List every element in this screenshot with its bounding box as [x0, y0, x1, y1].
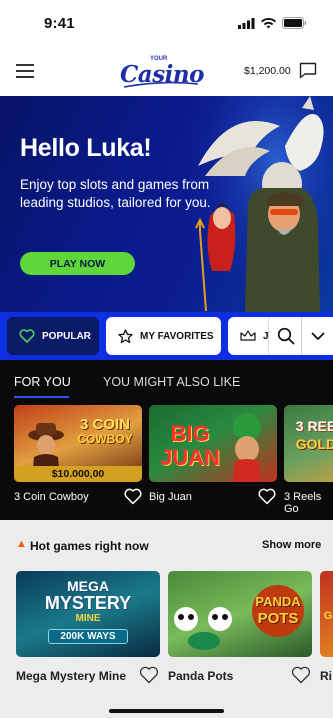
star-icon — [118, 328, 133, 343]
tab-for-you[interactable]: FOR YOU — [14, 375, 71, 389]
card-art-title: 3 COIN — [79, 416, 130, 433]
logo-swoosh-icon — [123, 81, 199, 88]
category-my-favorites[interactable]: MY FAVORITES — [106, 317, 221, 355]
card-art-line4: 200K WAYS — [60, 631, 116, 642]
play-now-button[interactable]: PLAY NOW — [20, 252, 135, 275]
favorite-heart-icon[interactable] — [139, 666, 159, 684]
hot-games-section: ▲ Hot games right now Show more MEGA MYS… — [0, 520, 333, 718]
fire-icon: ▲ — [16, 538, 27, 550]
expand-categories-button[interactable] — [301, 317, 333, 355]
chat-icon[interactable] — [299, 62, 317, 79]
app-header: YOUR Casino $1,200.00 — [0, 48, 333, 96]
home-indicator — [109, 709, 224, 713]
game-card-mega-mystery-mine[interactable]: MEGA MYSTERY MINE 200K WAYS — [16, 571, 160, 657]
battery-icon — [282, 17, 307, 29]
favorite-heart-icon[interactable] — [291, 666, 311, 684]
game-card-big-juan[interactable]: BIG JUAN — [149, 405, 277, 482]
card-art-title: 3 REE — [295, 418, 333, 434]
ways-badge: 200K WAYS — [48, 629, 128, 644]
game-name[interactable]: 3 Reels Go — [284, 491, 333, 515]
hero-title: Hello Luka! — [20, 134, 152, 162]
search-button[interactable] — [268, 317, 302, 355]
game-name[interactable]: Ri — [320, 669, 332, 683]
favorite-heart-icon[interactable] — [124, 488, 142, 505]
game-card-panda-pots[interactable]: PANDA POTS — [168, 571, 312, 657]
logo[interactable]: YOUR Casino — [120, 56, 204, 90]
category-bar: POPULAR MY FAVORITES J — [0, 312, 333, 360]
game-name[interactable]: 3 Coin Cowboy — [14, 491, 89, 503]
category-popular[interactable]: POPULAR — [7, 317, 99, 355]
status-icons — [238, 17, 307, 29]
show-more-link[interactable]: Show more — [262, 539, 321, 551]
tab-active-underline — [14, 396, 69, 398]
chevron-down-icon — [311, 332, 324, 340]
status-bar: 9:41 — [0, 0, 333, 48]
signal-icon — [238, 17, 255, 29]
game-name[interactable]: Big Juan — [149, 491, 192, 503]
game-name[interactable]: Panda Pots — [168, 669, 233, 683]
for-you-section: FOR YOU YOU MIGHT ALSO LIKE 3 COIN COWBO… — [0, 360, 333, 520]
card-art-line1: MEGA — [67, 578, 109, 594]
card-art-subtitle: COWBOY — [77, 432, 133, 446]
game-card-3-reels-gold[interactable]: 3 REE GOLD — [284, 405, 333, 482]
card-art-title: BIG — [170, 421, 210, 446]
crown-icon — [240, 330, 256, 341]
game-card-3-coin-cowboy[interactable]: 3 COIN COWBOY $10.000,00 — [14, 405, 142, 482]
tab-you-might-also-like[interactable]: YOU MIGHT ALSO LIKE — [103, 375, 240, 389]
jackpot-amount: $10.000,00 — [51, 468, 105, 480]
game-card-partial[interactable]: G — [320, 571, 333, 657]
wifi-icon — [261, 17, 276, 28]
category-popular-label: POPULAR — [42, 330, 91, 342]
card-art-line1: PANDA — [255, 594, 301, 609]
game-name[interactable]: Mega Mystery Mine — [16, 669, 126, 683]
heart-icon — [19, 329, 35, 343]
card-art-line1: G — [323, 610, 333, 622]
category-favorites-label: MY FAVORITES — [140, 330, 214, 342]
card-art-line3: MINE — [75, 613, 101, 624]
card-art-subtitle: JUAN — [160, 445, 220, 470]
hero-banner: Hello Luka! Enjoy top slots and games fr… — [0, 96, 333, 312]
section-title: Hot games right now — [30, 539, 149, 553]
hamburger-menu-icon[interactable] — [16, 64, 34, 78]
jackpot-bar: $10.000,00 — [14, 466, 142, 482]
card-art-line2: POTS — [257, 610, 299, 627]
status-time: 9:41 — [44, 15, 75, 32]
card-art-line2: MYSTERY — [44, 593, 132, 613]
hero-subtitle: Enjoy top slots and games from leading s… — [20, 177, 211, 210]
favorite-heart-icon[interactable] — [258, 488, 276, 505]
search-icon — [277, 327, 294, 345]
card-art-subtitle: GOLD — [295, 436, 333, 452]
balance-amount[interactable]: $1,200.00 — [244, 65, 291, 77]
